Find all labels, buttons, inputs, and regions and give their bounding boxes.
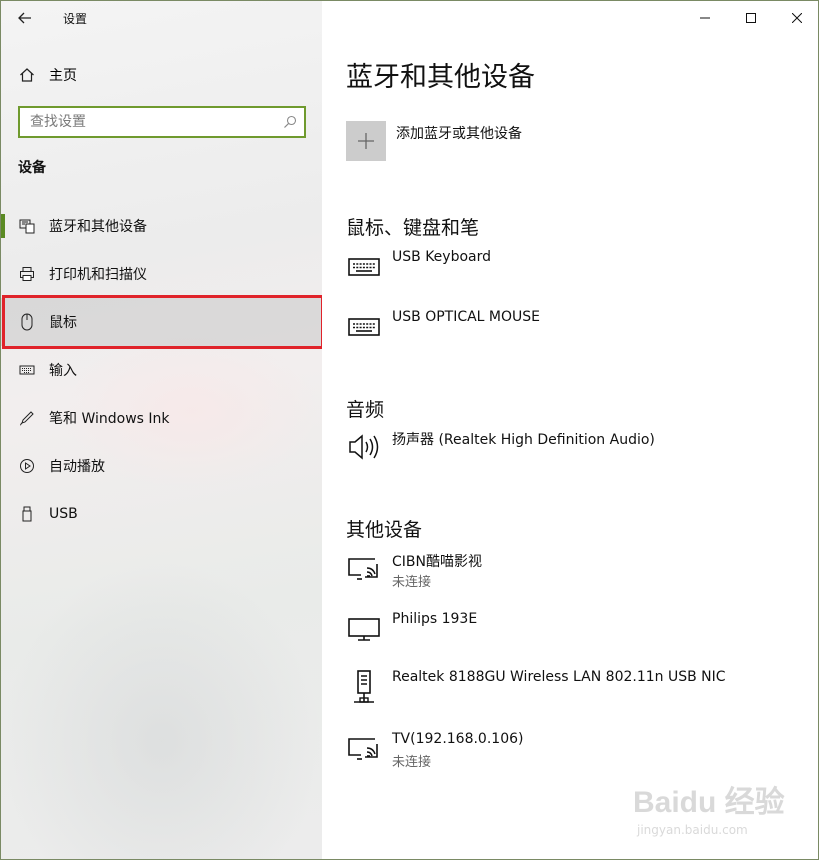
printer-icon: [18, 265, 36, 283]
device-name: USB OPTICAL MOUSE: [392, 309, 541, 325]
title-bar: 设置: [1, 1, 322, 35]
add-device-label[interactable]: 添加蓝牙或其他设备: [396, 123, 522, 143]
sidebar-item-usb[interactable]: USB: [1, 490, 322, 538]
sidebar-item-label: 输入: [49, 363, 77, 379]
maximize-button[interactable]: [728, 1, 774, 35]
keyboard-icon: [346, 249, 382, 285]
sidebar-item-label: 笔和 Windows Ink: [49, 411, 170, 427]
group-title-other-devices: 其他设备: [346, 519, 423, 541]
highlight-box: [2, 295, 324, 349]
device-name: Philips 193E: [392, 611, 478, 627]
watermark-brand: Baidu 经验: [633, 786, 785, 819]
device-name: CIBN酷喵影视: [392, 554, 482, 570]
device-cibn[interactable]: CIBN酷喵影视 未连接: [346, 551, 806, 597]
device-usb-optical-mouse[interactable]: USB OPTICAL MOUSE: [346, 309, 806, 355]
settings-window: 设置 主页 设备 蓝牙和其他设备 打印机和扫描仪: [0, 0, 819, 860]
device-speaker[interactable]: 扬声器 (Realtek High Definition Audio): [346, 429, 806, 475]
minimize-button[interactable]: [682, 1, 728, 35]
page-title: 蓝牙和其他设备: [346, 62, 535, 93]
window-controls: [682, 1, 818, 35]
sidebar-item-printers[interactable]: 打印机和扫描仪: [1, 250, 322, 298]
home-icon: [20, 68, 34, 82]
sidebar-item-typing[interactable]: 输入: [1, 346, 322, 394]
search-box[interactable]: [18, 106, 306, 138]
search-icon[interactable]: [276, 115, 304, 129]
sidebar-item-autoplay[interactable]: 自动播放: [1, 442, 322, 490]
device-status: 未连接: [392, 755, 432, 770]
group-title-input-devices: 鼠标、键盘和笔: [346, 217, 480, 239]
keyboard-icon: [346, 309, 382, 345]
speaker-icon: [346, 429, 382, 465]
usb-icon: [18, 505, 36, 523]
back-button[interactable]: [1, 1, 49, 35]
main-content: 蓝牙和其他设备 添加蓝牙或其他设备 鼠标、键盘和笔 USB Keyboard U…: [322, 1, 818, 859]
device-name: TV(192.168.0.106): [392, 731, 524, 747]
app-title: 设置: [63, 11, 88, 26]
keyboard-icon: [18, 361, 36, 379]
baidu-watermark: Baidu 经验 jingyan.baidu.com: [633, 771, 813, 851]
watermark-url: jingyan.baidu.com: [637, 823, 748, 837]
device-status: 未连接: [392, 575, 432, 590]
sidebar-item-label: 自动播放: [49, 459, 105, 475]
device-philips-monitor[interactable]: Philips 193E: [346, 611, 806, 657]
sidebar-item-bluetooth[interactable]: 蓝牙和其他设备: [1, 202, 322, 250]
nav-home[interactable]: 主页: [1, 59, 322, 91]
sidebar-item-label: 蓝牙和其他设备: [49, 219, 147, 235]
cast-display-icon: [346, 551, 382, 587]
pen-icon: [18, 409, 36, 427]
minimize-icon: [700, 17, 710, 19]
search-input[interactable]: [20, 108, 276, 136]
device-realtek-nic[interactable]: Realtek 8188GU Wireless LAN 802.11n USB …: [346, 669, 806, 715]
device-name: Realtek 8188GU Wireless LAN 802.11n USB …: [392, 669, 726, 685]
add-device-button[interactable]: [346, 121, 386, 161]
maximize-icon: [746, 13, 756, 23]
network-adapter-icon: [346, 669, 382, 705]
sidebar-item-label: 打印机和扫描仪: [49, 267, 147, 283]
group-title-audio: 音频: [346, 399, 385, 421]
device-name: USB Keyboard: [392, 249, 491, 265]
close-button[interactable]: [774, 1, 818, 35]
bluetooth-devices-icon: [18, 217, 36, 235]
cast-display-icon: [346, 731, 382, 767]
close-icon: [792, 13, 802, 23]
sidebar: 设置 主页 设备 蓝牙和其他设备 打印机和扫描仪: [1, 1, 324, 859]
device-usb-keyboard[interactable]: USB Keyboard: [346, 249, 806, 295]
monitor-icon: [346, 611, 382, 647]
nav-home-label: 主页: [49, 68, 77, 84]
autoplay-icon: [18, 457, 36, 475]
plus-icon: [358, 133, 374, 149]
back-arrow-icon: [18, 12, 31, 24]
device-name: 扬声器 (Realtek High Definition Audio): [392, 432, 655, 448]
section-title: 设备: [18, 160, 46, 176]
sidebar-item-pen[interactable]: 笔和 Windows Ink: [1, 394, 322, 442]
sidebar-item-label: USB: [49, 506, 78, 522]
